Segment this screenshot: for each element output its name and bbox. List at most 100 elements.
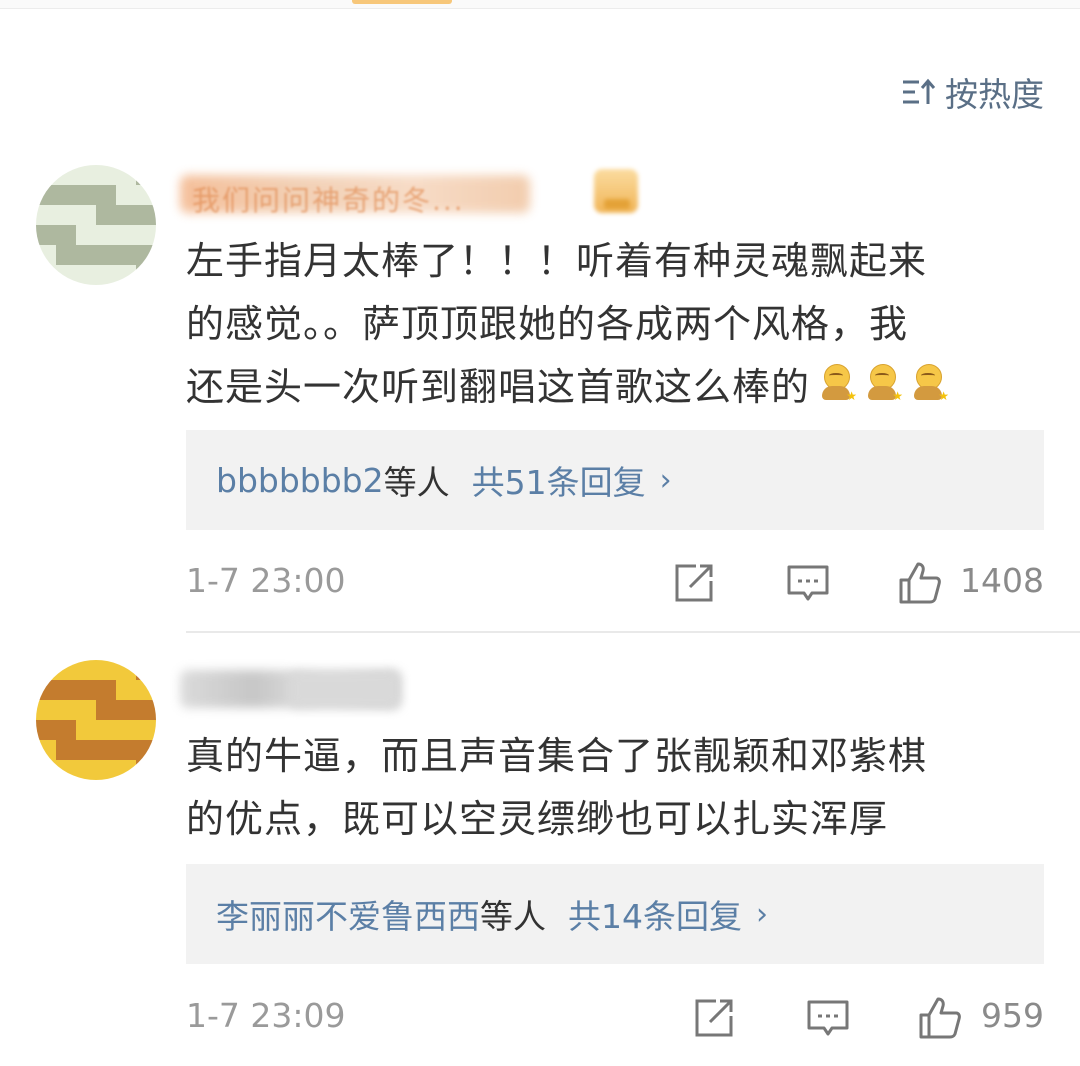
avatar-pixel [36,265,56,285]
avatar-pixel [136,740,156,760]
avatar-pixel [56,700,76,720]
avatar-pixel [116,700,136,720]
comment-meta: 1-7 23:09 959 [186,988,1044,1048]
avatar-pixel [116,760,136,780]
comment-text-line: 左手指月太棒了！！！听着有种灵魂飘起来 [186,239,928,283]
emoji-icon: ★ [908,364,949,404]
avatar-pixel [76,225,96,245]
member-badge-icon [594,169,638,213]
avatar-pixel [136,245,156,265]
avatar-pixel [36,225,56,245]
replies-preview[interactable]: 李丽丽不爱鲁西西 等人 共14条回复 › [186,864,1044,964]
avatar-pixel [136,265,156,285]
avatar-pixel [76,165,96,185]
comment-icon[interactable] [806,996,850,1040]
avatar-pixel [56,165,76,185]
avatar-pixel [36,245,56,265]
reply-count[interactable]: 共14条回复 [568,890,742,938]
top-divider [0,0,1080,9]
like-count: 959 [981,996,1044,1035]
comment-divider [186,631,1080,633]
avatar-pixel [36,165,56,185]
emoji-icon: ★ [816,364,857,404]
avatar-pixel [116,205,136,225]
avatar-pixel [76,720,96,740]
like-count: 1408 [960,561,1044,600]
repost-icon[interactable] [672,561,716,605]
avatar-pixel [76,205,96,225]
comment-text-line: 的优点，既可以空灵缥缈也可以扎实浑厚 [186,797,889,841]
avatar-pixel [36,760,56,780]
avatar-pixel [56,660,76,680]
avatar-pixel [116,225,136,245]
comment-icon[interactable] [786,561,830,605]
avatar-pixel [96,680,116,700]
avatar-pixel [56,680,76,700]
reply-count[interactable]: 共51条回复 [472,456,646,504]
username-mask [290,672,400,708]
repost-icon[interactable] [692,996,736,1040]
avatar-pixel [76,265,96,285]
avatar-pixel [136,720,156,740]
avatar-pixel [56,225,76,245]
avatar-pixel [116,165,136,185]
avatar-pixel [36,700,56,720]
avatar-pixel [36,740,56,760]
avatar-pixel [56,265,76,285]
like-icon[interactable] [918,996,962,1040]
timestamp: 1-7 23:09 [186,996,346,1035]
avatar-pixel [56,185,76,205]
avatar-pixel [96,245,116,265]
avatar-pixel [136,165,156,185]
chevron-right-icon: › [659,462,672,498]
avatar-pixel [116,720,136,740]
avatar-pixel [96,760,116,780]
avatar-pixel [96,165,116,185]
avatar[interactable] [36,165,156,285]
avatar-pixel [36,680,56,700]
avatar-pixel [76,760,96,780]
comment-text: 真的牛逼，而且声音集合了张靓颖和邓紫棋 的优点，既可以空灵缥缈也可以扎实浑厚 [186,725,1046,851]
like-icon[interactable] [898,561,942,605]
avatar-pixel [56,205,76,225]
avatar-pixel [136,680,156,700]
avatar-pixel [76,660,96,680]
username[interactable]: 我们问问神奇的冬... [192,179,465,219]
sort-descending-icon [903,78,936,104]
avatar-pixel [136,205,156,225]
avatar[interactable] [36,660,156,780]
avatar-pixel [116,740,136,760]
avatar-pixel [56,760,76,780]
avatar-pixel [96,265,116,285]
avatar-pixel [56,720,76,740]
avatar-pixel [76,740,96,760]
reply-user-name[interactable]: bbbbbbb2 [216,461,384,500]
comment-text-line: 的感觉。。萨顶顶跟她的各成两个风格，我 [186,302,909,346]
avatar-pixel [136,660,156,680]
reply-user-name[interactable]: 李丽丽不爱鲁西西 [216,890,480,938]
avatar-pixel [96,185,116,205]
avatar-pixel [36,720,56,740]
emoji-icon: ★ [862,364,903,404]
avatar-pixel [116,680,136,700]
avatar-pixel [96,205,116,225]
comment-text-line: 真的牛逼，而且声音集合了张靓颖和邓紫棋 [186,734,928,778]
active-tab-indicator [352,0,452,4]
avatar-pixel [96,700,116,720]
sort-label: 按热度 [945,75,1044,114]
sort-by-hot-button[interactable]: 按热度 [901,70,1044,114]
chevron-right-icon: › [756,896,768,932]
avatar-pixel [76,680,96,700]
avatar-pixel [56,245,76,265]
avatar-pixel [36,205,56,225]
comment-meta: 1-7 23:00 1408 [186,553,1044,613]
avatar-pixel [136,700,156,720]
avatar-pixel [116,245,136,265]
comment-text: 左手指月太棒了！！！听着有种灵魂飘起来 的感觉。。萨顶顶跟她的各成两个风格，我 … [186,230,1046,419]
avatar-pixel [76,185,96,205]
avatar-pixel [136,225,156,245]
replies-preview[interactable]: bbbbbbb2 等人 共51条回复 › [186,430,1044,530]
comment-text-line: 还是头一次听到翻唱这首歌这么棒的 [186,365,811,409]
avatar-pixel [96,225,116,245]
avatar-pixel [136,760,156,780]
